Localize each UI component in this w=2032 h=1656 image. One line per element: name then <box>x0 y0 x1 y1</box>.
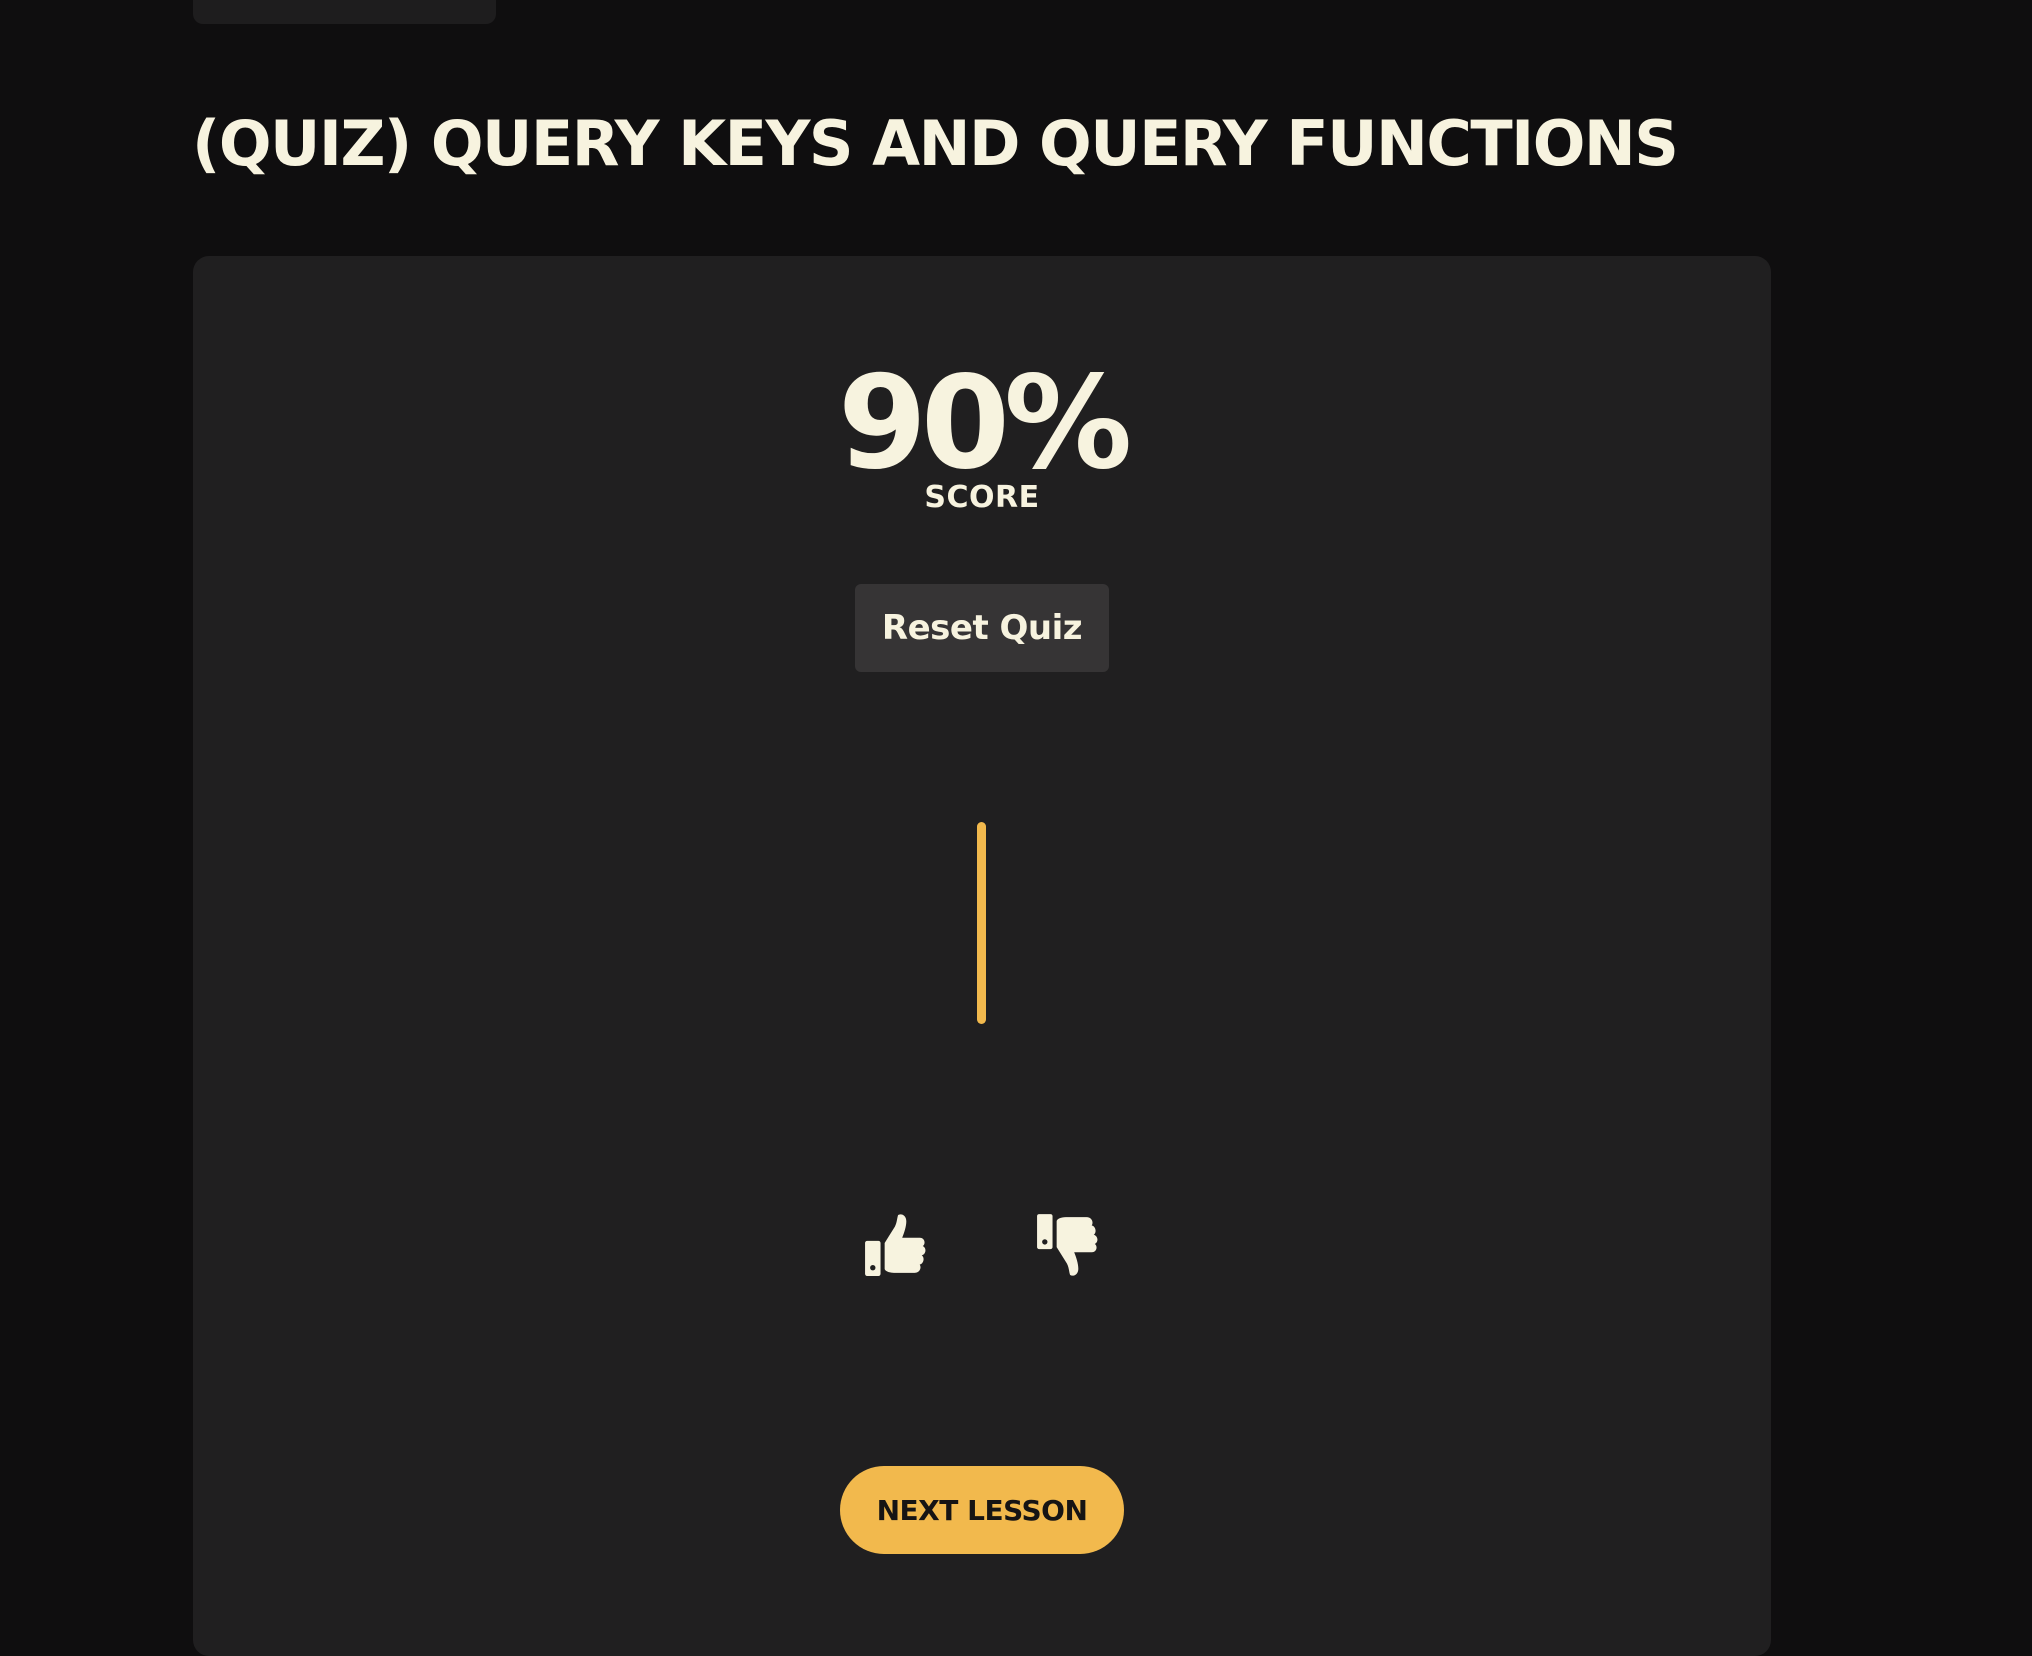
reset-quiz-button[interactable]: Reset Quiz <box>855 584 1109 672</box>
thumbs-down-button[interactable] <box>1035 1212 1101 1278</box>
thumbs-up-button[interactable] <box>863 1212 929 1278</box>
divider-line <box>977 822 986 1024</box>
previous-tab[interactable] <box>193 0 496 24</box>
page-title: (QUIZ) QUERY KEYS AND QUERY FUNCTIONS <box>192 107 1679 180</box>
next-lesson-button[interactable]: NEXT LESSON <box>840 1466 1124 1554</box>
quiz-results-card: 90% SCORE Reset Quiz NEXT LESSON <box>193 256 1771 1656</box>
score-value: 90% <box>837 349 1132 498</box>
score-label: SCORE <box>924 480 1040 515</box>
thumbs-up-icon <box>865 1214 926 1276</box>
thumbs-down-icon <box>1037 1214 1098 1276</box>
